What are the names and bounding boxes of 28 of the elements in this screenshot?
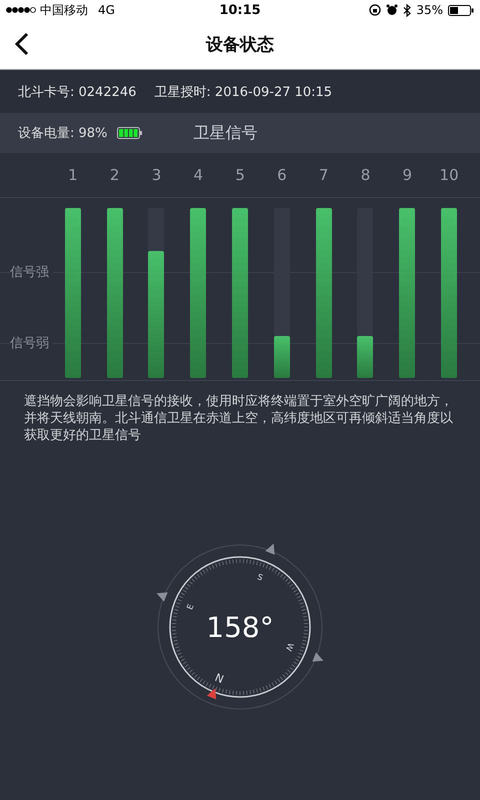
satellite-number: 10 <box>438 166 460 184</box>
satellite-number: 4 <box>192 166 204 184</box>
satellite-number: 3 <box>150 166 162 184</box>
alarm-icon <box>386 4 398 16</box>
satellite-number: 1 <box>67 166 79 184</box>
hint-text: 遮挡物会影响卫星信号的接收，使用时应将终端置于室外空旷广阔的地方，并将天线朝南。北斗通信卫星在赤道上空，高纬度地区可再倾斜适当角度以获取更好的卫星信号 <box>23 393 454 444</box>
signal-icon <box>6 7 36 13</box>
carrier-name: 中国移动 <box>40 2 88 18</box>
battery-level-label: 设备电量: 98% <box>18 125 108 142</box>
card-number: 北斗卡号: 0242246 <box>18 84 136 100</box>
satellite-number: 8 <box>360 166 372 184</box>
section-title: 卫星信号 <box>193 122 258 144</box>
satellite-number: 2 <box>108 166 120 184</box>
status-time: 10:15 <box>219 2 261 18</box>
satellite-number: 9 <box>402 166 414 184</box>
satellite-number: 5 <box>234 166 246 184</box>
battery-percent: 35% <box>416 3 444 17</box>
page-title: 设备状态 <box>206 34 274 56</box>
rotation-lock-icon <box>369 4 382 16</box>
satellite-number: 7 <box>318 166 330 184</box>
satellite-number: 6 <box>276 166 288 184</box>
bluetooth-icon <box>403 4 412 16</box>
network-type: 4G <box>98 3 115 17</box>
axis-label: 信号弱 <box>10 334 53 352</box>
axis-label: 信号强 <box>10 263 53 281</box>
device-battery-icon <box>117 127 144 139</box>
battery-icon <box>448 4 474 16</box>
satellite-time: 卫星授时: 2016-09-27 10:15 <box>154 84 332 100</box>
